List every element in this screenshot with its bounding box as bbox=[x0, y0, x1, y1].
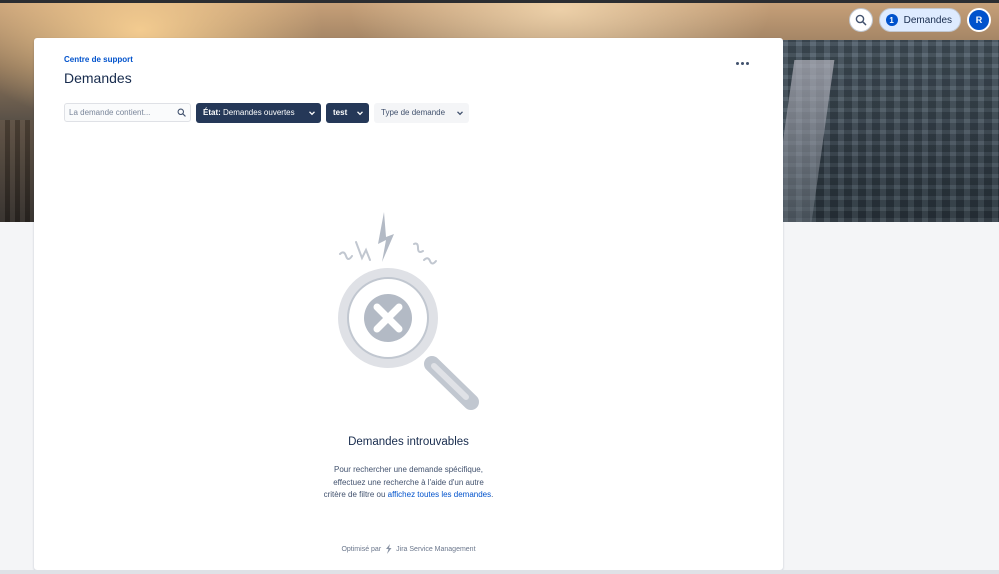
request-search-field[interactable] bbox=[64, 103, 191, 122]
chevron-down-icon bbox=[357, 110, 363, 115]
search-icon bbox=[177, 108, 186, 117]
requests-count-badge: 1 bbox=[885, 14, 898, 26]
powered-by-footer: Optimisé par Jira Service Management bbox=[34, 544, 783, 554]
requests-card: Centre de support Demandes État: Demande… bbox=[34, 38, 783, 570]
filter-bar: État: Demandes ouvertes test Type de dem… bbox=[64, 102, 469, 123]
requests-button[interactable]: 1 Demandes bbox=[878, 8, 961, 32]
request-type-label: Type de demande bbox=[381, 108, 446, 117]
bottom-border bbox=[0, 570, 999, 574]
status-filter-prefix: État: bbox=[203, 108, 221, 117]
empty-state-line-3: critère de filtre ou affichez toutes les… bbox=[34, 489, 783, 502]
empty-state-title: Demandes introuvables bbox=[348, 436, 469, 448]
top-border bbox=[0, 0, 999, 3]
avatar[interactable]: R bbox=[967, 8, 991, 32]
chevron-down-icon bbox=[457, 110, 463, 115]
owner-filter-dropdown[interactable]: test bbox=[326, 102, 369, 123]
jira-service-management-logo-icon bbox=[386, 544, 392, 554]
page-title: Demandes bbox=[64, 70, 132, 86]
request-search-input[interactable] bbox=[69, 108, 169, 117]
empty-state-line-2: effectuez une recherche à l'aide d'un au… bbox=[333, 477, 484, 487]
status-filter-value: Demandes ouvertes bbox=[223, 108, 295, 117]
breadcrumb[interactable]: Centre de support bbox=[64, 55, 133, 64]
more-actions-button[interactable] bbox=[732, 56, 752, 70]
owner-filter-value: test bbox=[333, 108, 348, 117]
no-results-magnifier-icon bbox=[338, 212, 479, 410]
banner-city-left bbox=[0, 120, 34, 222]
status-filter-dropdown[interactable]: État: Demandes ouvertes bbox=[196, 102, 321, 123]
search-button[interactable] bbox=[848, 8, 873, 32]
empty-state-description: Pour rechercher une demande spécifique, … bbox=[34, 464, 783, 502]
powered-by-label: Optimisé par bbox=[341, 545, 382, 553]
more-horizontal-icon bbox=[735, 61, 739, 65]
search-icon bbox=[855, 14, 866, 26]
empty-state-line-3-suffix: . bbox=[491, 490, 494, 499]
requests-button-label: Demandes bbox=[903, 14, 952, 26]
request-type-dropdown[interactable]: Type de demande bbox=[374, 102, 469, 123]
empty-state-line-3-prefix: critère de filtre ou bbox=[323, 490, 386, 499]
status-filter-text: État: Demandes ouvertes bbox=[203, 108, 295, 117]
chevron-down-icon bbox=[309, 110, 315, 115]
empty-state-line-1: Pour rechercher une demande spécifique, bbox=[334, 465, 483, 474]
powered-by-brand[interactable]: Jira Service Management bbox=[396, 546, 475, 553]
show-all-requests-link[interactable]: affichez toutes les demandes bbox=[388, 490, 491, 499]
top-navigation: 1 Demandes R bbox=[848, 8, 991, 32]
